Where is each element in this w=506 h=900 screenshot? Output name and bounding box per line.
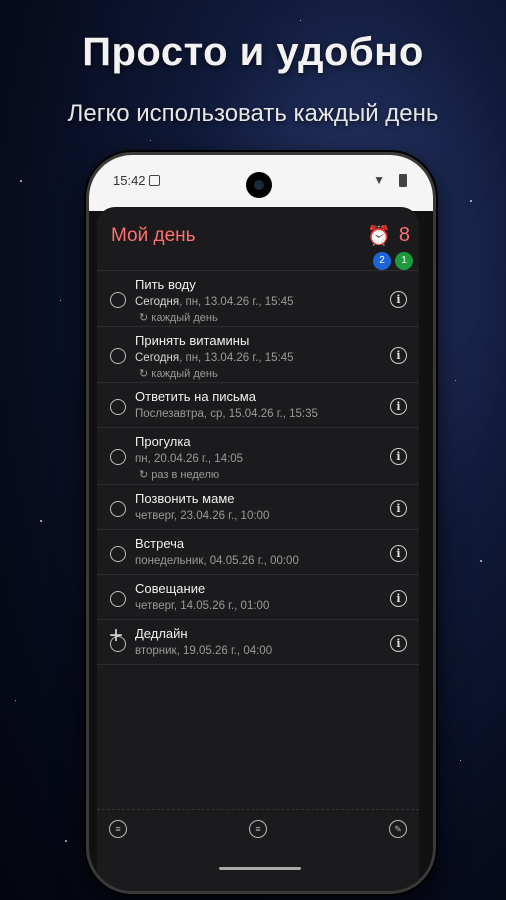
complete-checkbox[interactable] [110, 292, 126, 308]
task-row[interactable]: Прогулка пн, 20.04.26 г., 14:05 ↻ раз в … [97, 428, 419, 485]
task-date-relative: Сегодня [135, 296, 180, 308]
app-screen: Мой день ⏰ 8 2 1 Пить воду Сегодня, пн, … [97, 207, 419, 891]
task-repeat: ↻ раз в неделю [139, 469, 220, 481]
task-title: Ответить на письма [135, 389, 256, 404]
task-date: пн, 20.04.26 г., 14:05 [135, 453, 244, 465]
task-date-relative: Сегодня [135, 352, 180, 364]
home-indicator [219, 867, 301, 870]
page-title: Мой день [111, 225, 196, 246]
status-time: 15:42 [113, 173, 146, 188]
task-title: Принять витамины [135, 333, 250, 348]
wifi-icon: ▼ [373, 173, 385, 187]
promo-headline: Просто и удобно [82, 30, 424, 74]
task-title: Позвонить маме [135, 491, 235, 506]
task-row[interactable]: Встреча понедельник, 04.05.26 г., 00:00 … [97, 530, 419, 575]
task-row[interactable]: Позвонить маме четверг, 23.04.26 г., 10:… [97, 485, 419, 530]
info-icon[interactable]: i [390, 347, 407, 364]
task-row[interactable]: Дедлайн вторник, 19.05.26 г., 04:00 i [97, 620, 419, 665]
info-icon[interactable]: i [390, 545, 407, 562]
task-row[interactable]: Пить воду Сегодня, пн, 13.04.26 г., 15:4… [97, 271, 419, 327]
task-repeat: ↻ каждый день [139, 312, 218, 324]
info-icon[interactable]: i [390, 398, 407, 415]
info-icon[interactable]: i [390, 448, 407, 465]
task-title: Пить воду [135, 277, 196, 292]
info-icon[interactable]: i [390, 500, 407, 517]
battery-icon [399, 174, 407, 187]
front-camera [246, 172, 272, 198]
sort-icon[interactable]: ≡ [109, 820, 127, 838]
task-title: Дедлайн [135, 626, 188, 641]
complete-checkbox[interactable] [110, 399, 126, 415]
task-date-rest: , пн, 13.04.26 г., 15:45 [179, 352, 294, 364]
green-count-badge[interactable]: 1 [395, 252, 413, 270]
promo-subline: Легко использовать каждый день [67, 100, 439, 127]
task-list: Пить воду Сегодня, пн, 13.04.26 г., 15:4… [97, 271, 419, 665]
task-row[interactable]: Ответить на письма Послезавтра, ср, 15.0… [97, 383, 419, 428]
task-date: четверг, 14.05.26 г., 01:00 [135, 600, 270, 612]
task-date: Послезавтра, ср, 15.04.26 г., 15:35 [135, 408, 318, 420]
blue-count-badge[interactable]: 2 [373, 252, 391, 270]
task-row[interactable]: Принять витамины Сегодня, пн, 13.04.26 г… [97, 327, 419, 383]
edit-icon[interactable]: ✎ [389, 820, 407, 838]
task-title: Прогулка [135, 434, 191, 449]
task-date-rest: , пн, 13.04.26 г., 15:45 [179, 296, 294, 308]
task-date: вторник, 19.05.26 г., 04:00 [135, 645, 273, 657]
task-date: Сегодня, пн, 13.04.26 г., 15:45 [135, 352, 294, 364]
complete-checkbox[interactable] [110, 591, 126, 607]
notification-icon [149, 175, 160, 186]
task-repeat-label: каждый день [151, 312, 218, 324]
task-date: Сегодня, пн, 13.04.26 г., 15:45 [135, 296, 294, 308]
bottom-toolbar: ≡ ≡ ✎ [97, 809, 419, 850]
complete-checkbox[interactable] [110, 501, 126, 517]
task-title: Встреча [135, 536, 185, 551]
add-task-button[interactable]: + [109, 622, 123, 650]
reminder-count: 8 [398, 224, 410, 246]
menu-icon[interactable]: ≡ [249, 820, 267, 838]
complete-checkbox[interactable] [110, 546, 126, 562]
task-repeat: ↻ каждый день [139, 368, 218, 380]
phone-frame: 15:42 ▼ Мой день ⏰ 8 2 1 Пить воду Сегод… [86, 152, 436, 894]
alarm-clock-icon[interactable]: ⏰ [367, 224, 391, 248]
complete-checkbox[interactable] [110, 449, 126, 465]
task-repeat-label: раз в неделю [151, 469, 220, 481]
complete-checkbox[interactable] [110, 348, 126, 364]
info-icon[interactable]: i [390, 590, 407, 607]
task-date: понедельник, 04.05.26 г., 00:00 [135, 555, 299, 567]
task-repeat-label: каждый день [151, 368, 218, 380]
task-title: Совещание [135, 581, 206, 596]
info-icon[interactable]: i [390, 635, 407, 652]
status-bar: 15:42 ▼ [89, 155, 433, 211]
task-row[interactable]: Совещание четверг, 14.05.26 г., 01:00 i [97, 575, 419, 620]
task-date: четверг, 23.04.26 г., 10:00 [135, 510, 270, 522]
info-icon[interactable]: i [390, 291, 407, 308]
